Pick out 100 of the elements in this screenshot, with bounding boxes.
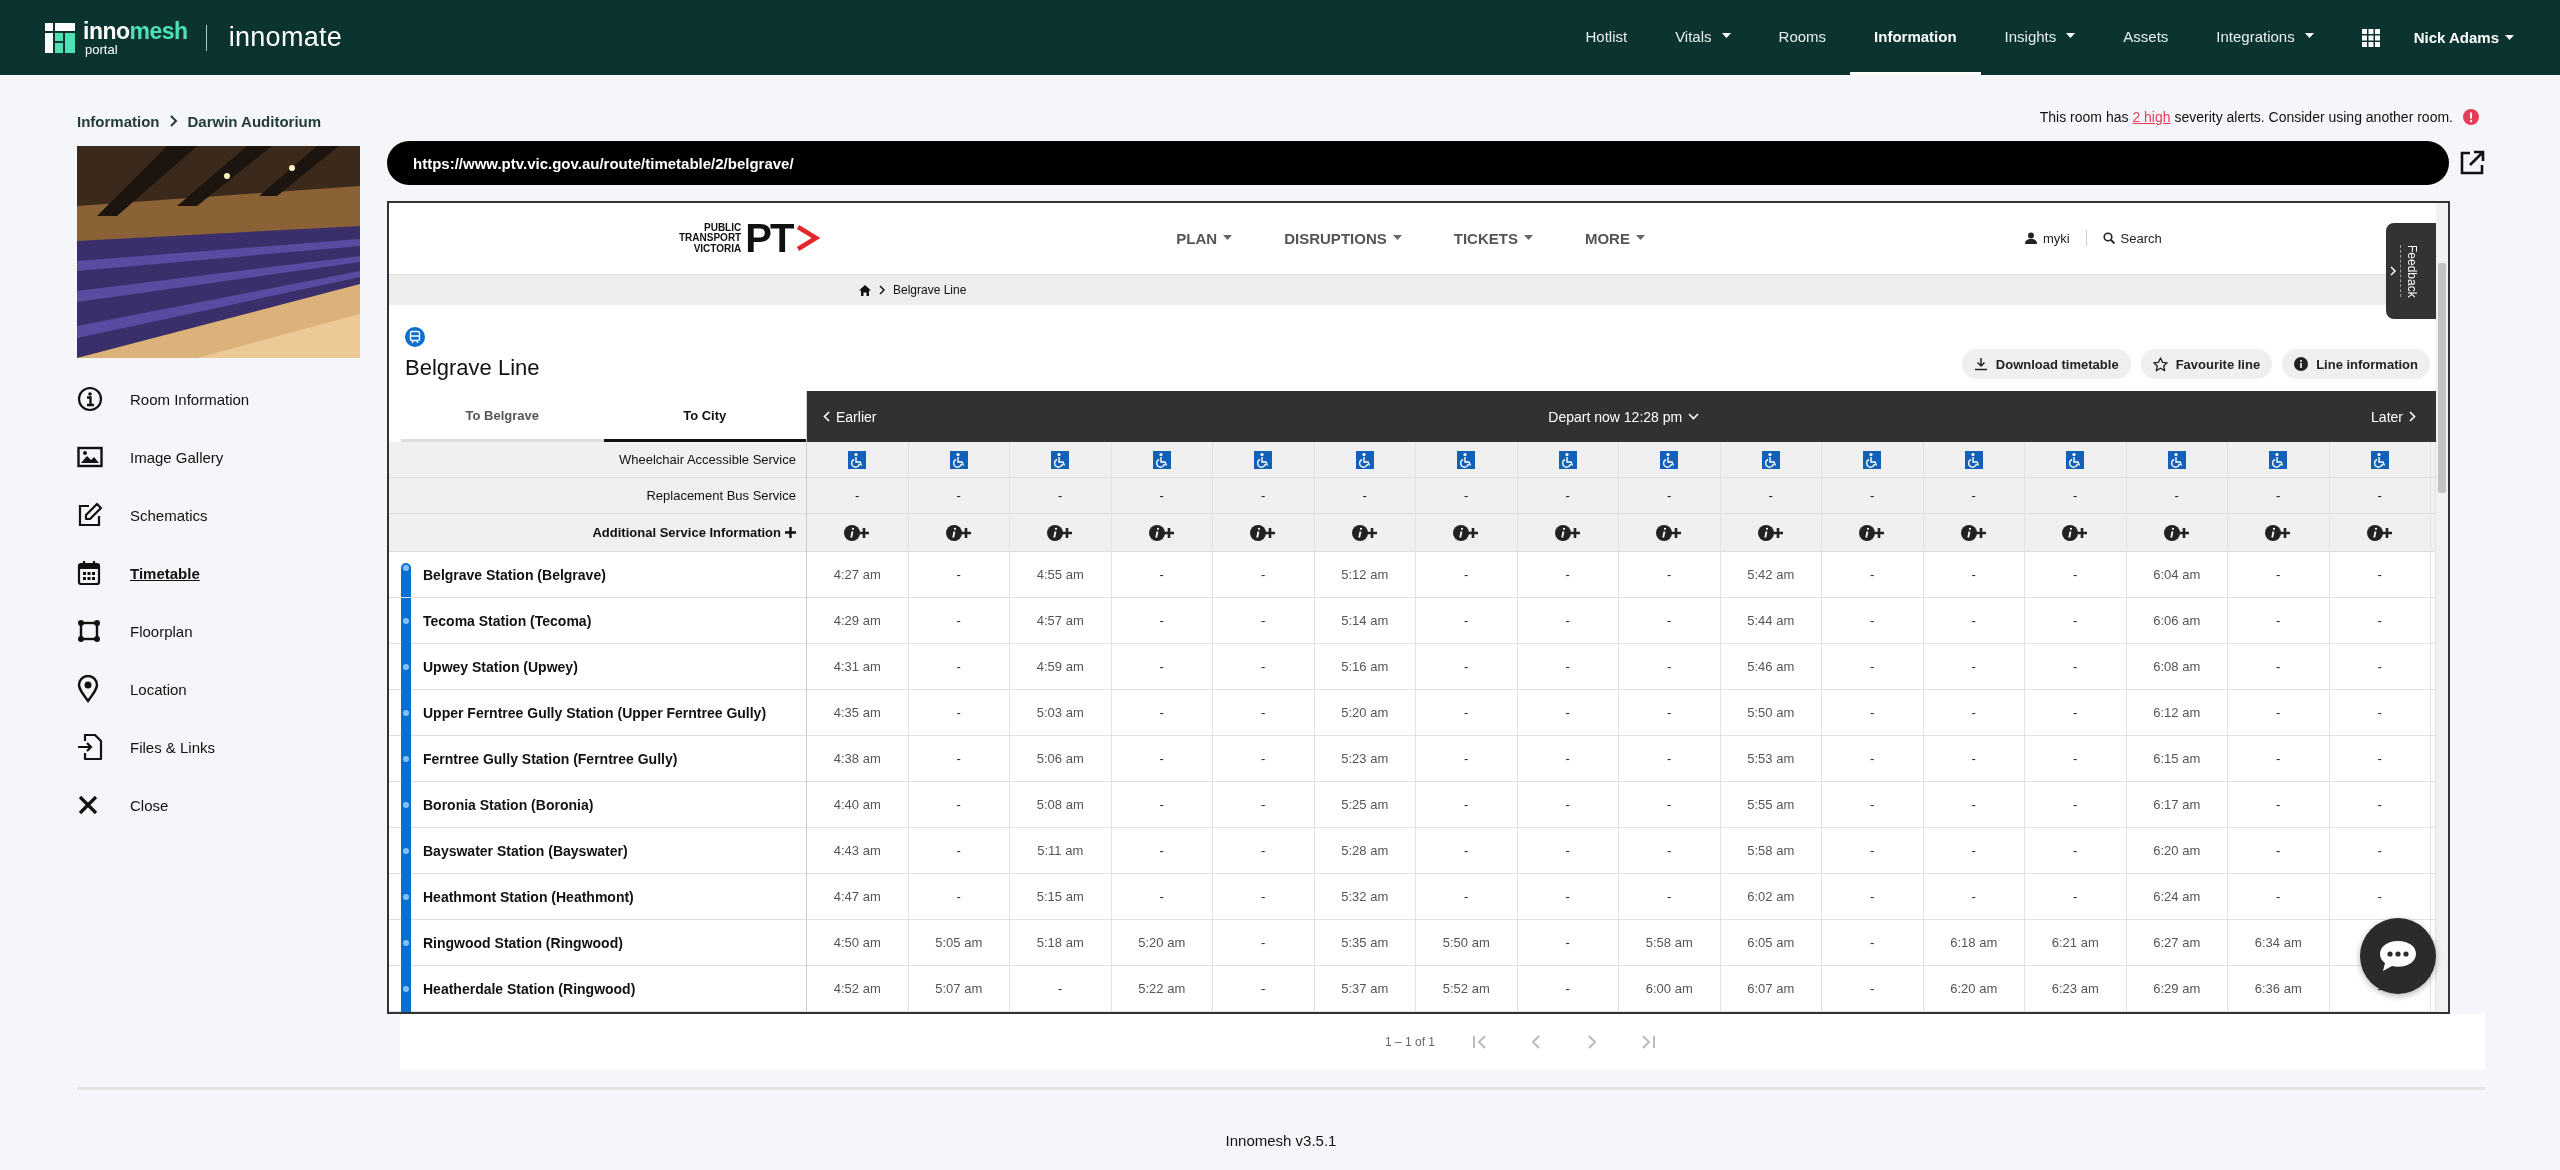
- ptv-nav-item[interactable]: MORE: [1578, 229, 1651, 248]
- nav-item[interactable]: Information: [1850, 0, 1981, 75]
- time-cell: -: [1619, 690, 1721, 736]
- nav-item[interactable]: Integrations: [2192, 0, 2338, 75]
- time-cell: -: [1213, 552, 1315, 598]
- depart-time-dropdown[interactable]: Depart now 12:28 pm: [1542, 407, 1706, 426]
- time-cell: -: [1517, 966, 1619, 1012]
- time-cell: 5:14 am: [1314, 598, 1416, 644]
- info-plus-icon[interactable]: [1453, 523, 1480, 542]
- time-cell: -: [1111, 782, 1213, 828]
- earlier-button[interactable]: Earlier: [817, 407, 883, 426]
- info-plus-icon[interactable]: [1656, 523, 1683, 542]
- station-name: Ferntree Gully Station (Ferntree Gully): [423, 750, 678, 767]
- sidebar-item[interactable]: Timetable: [77, 544, 360, 602]
- plus-icon[interactable]: [785, 527, 796, 538]
- caret-icon: [1223, 235, 1233, 242]
- apps-grid-icon[interactable]: [2361, 28, 2380, 47]
- info-plus-icon[interactable]: [1351, 523, 1378, 542]
- info-plus-icon[interactable]: [945, 523, 972, 542]
- url-field[interactable]: https://www.ptv.vic.gov.au/route/timetable/2/belgrave/: [387, 141, 2449, 185]
- time-cell: -: [1619, 598, 1721, 644]
- stop-dot: [403, 801, 409, 808]
- info-plus-icon[interactable]: [1757, 523, 1784, 542]
- time-cell: 5:58 am: [1619, 920, 1721, 966]
- later-button[interactable]: Later: [2365, 407, 2422, 426]
- nav-item[interactable]: Rooms: [1754, 0, 1851, 75]
- replacement-bus-value: -: [1362, 488, 1367, 503]
- time-cell: -: [1010, 966, 1112, 1012]
- time-cell: -: [1213, 644, 1315, 690]
- ptv-nav-item[interactable]: PLAN: [1170, 229, 1239, 248]
- time-cell: -: [1111, 736, 1213, 782]
- nav-item[interactable]: Hotlist: [1561, 0, 1652, 75]
- info-plus-icon[interactable]: [1250, 523, 1277, 542]
- sidebar-item[interactable]: Room Information: [77, 370, 360, 428]
- station-name: Boronia Station (Boronia): [423, 796, 594, 813]
- sidebar-item[interactable]: Floorplan: [77, 602, 360, 660]
- breadcrumb-current: Darwin Auditorium: [187, 112, 322, 130]
- chat-button[interactable]: [2360, 918, 2436, 994]
- time-cell: -: [1111, 552, 1213, 598]
- action-button[interactable]: Favourite line: [2140, 349, 2273, 379]
- scrollbar[interactable]: [2436, 203, 2448, 1012]
- sidebar-item[interactable]: Location: [77, 660, 360, 718]
- time-cell: 4:52 am: [807, 966, 909, 1012]
- stop-dot: [403, 709, 409, 716]
- info-plus-icon[interactable]: [844, 523, 871, 542]
- time-cell: 6:02 am: [1720, 874, 1822, 920]
- time-cell: -: [1923, 782, 2025, 828]
- nav-item[interactable]: Assets: [2099, 0, 2193, 75]
- time-cell: -: [2025, 598, 2127, 644]
- info-plus-icon[interactable]: [2163, 523, 2190, 542]
- nav-item[interactable]: Vitals: [1651, 0, 1755, 75]
- time-cell: -: [908, 644, 1010, 690]
- time-cell: 6:29 am: [2126, 966, 2228, 1012]
- station-name: Bayswater Station (Bayswater): [423, 842, 628, 859]
- image-icon: [77, 446, 103, 468]
- sidebar-item[interactable]: Files & Links: [77, 718, 360, 776]
- time-cell: -: [1517, 874, 1619, 920]
- time-cell: 4:29 am: [807, 598, 909, 644]
- time-cell: 5:03 am: [1010, 690, 1112, 736]
- square-icon: [77, 619, 101, 643]
- info-plus-icon[interactable]: [1047, 523, 1074, 542]
- time-cell: -: [2228, 552, 2330, 598]
- sidebar-item[interactable]: Schematics: [77, 486, 360, 544]
- time-cell: -: [1517, 644, 1619, 690]
- external-link-icon[interactable]: [2459, 150, 2485, 176]
- time-cell: -: [1619, 644, 1721, 690]
- home-icon[interactable]: [859, 284, 871, 296]
- stop-dot: [403, 617, 409, 624]
- time-cell: 5:50 am: [1720, 690, 1822, 736]
- action-button[interactable]: Download timetable: [1961, 349, 2131, 379]
- info-plus-icon[interactable]: [1148, 523, 1175, 542]
- replacement-bus-value: -: [1565, 488, 1570, 503]
- info-plus-icon[interactable]: [2366, 523, 2393, 542]
- ptv-nav-item[interactable]: TICKETS: [1447, 229, 1539, 248]
- sidebar-item[interactable]: Close: [77, 776, 360, 834]
- time-cell: 6:07 am: [1720, 966, 1822, 1012]
- sidebar-item[interactable]: Image Gallery: [77, 428, 360, 486]
- time-cell: 5:52 am: [1416, 966, 1518, 1012]
- time-cell: -: [1416, 828, 1518, 874]
- info-plus-icon[interactable]: [1554, 523, 1581, 542]
- user-menu[interactable]: Nick Adams: [2403, 0, 2520, 75]
- search-link[interactable]: Search: [2096, 230, 2168, 247]
- time-cell: 5:20 am: [1111, 920, 1213, 966]
- feedback-tab[interactable]: Feedback: [2386, 223, 2436, 319]
- time-cell: 5:15 am: [1010, 874, 1112, 920]
- time-cell: -: [908, 690, 1010, 736]
- breadcrumb-link[interactable]: Information: [77, 112, 160, 130]
- info-plus-icon[interactable]: [1859, 523, 1886, 542]
- time-cell: -: [1111, 598, 1213, 644]
- info-plus-icon[interactable]: [2062, 523, 2089, 542]
- chevron-right-icon: [879, 285, 885, 296]
- alert-link[interactable]: 2 high: [2132, 109, 2171, 125]
- info-plus-icon[interactable]: [2265, 523, 2292, 542]
- nav-item[interactable]: Insights: [1980, 0, 2100, 75]
- ptv-nav-item[interactable]: DISRUPTIONS: [1278, 229, 1408, 248]
- action-button[interactable]: Line information: [2282, 349, 2430, 379]
- info-plus-icon[interactable]: [1960, 523, 1987, 542]
- edit-icon: [77, 502, 103, 528]
- myki-link[interactable]: myki: [2018, 230, 2076, 247]
- stop-dot: [403, 893, 409, 900]
